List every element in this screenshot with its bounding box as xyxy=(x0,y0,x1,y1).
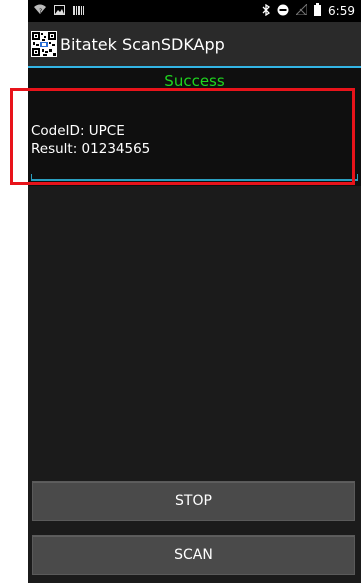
svg-text:?: ? xyxy=(39,8,42,15)
clock: 6:59 xyxy=(328,4,355,18)
status-bar: ? 6:59 xyxy=(28,0,361,22)
text-field-underline xyxy=(31,174,358,181)
image-icon xyxy=(54,4,65,18)
qr-code-icon xyxy=(31,31,57,57)
code-id-text: CodeID: UPCE xyxy=(31,123,125,139)
action-bar: Bitatek ScanSDKApp xyxy=(28,22,361,68)
battery-icon xyxy=(314,3,322,19)
status-text: Success xyxy=(164,72,225,90)
scan-button[interactable]: SCAN xyxy=(32,535,355,575)
stop-button[interactable]: STOP xyxy=(32,481,355,521)
result-panel: Success CodeID: UPCE Result: 01234565 xyxy=(28,68,361,186)
wifi-icon: ? xyxy=(34,4,46,18)
status-bar-right: 6:59 xyxy=(262,2,355,19)
barcode-notif-icon xyxy=(73,4,84,18)
phone-screen: ? 6:59 Bitatek ScanSDKApp Success CodeID… xyxy=(28,0,361,583)
result-text: Result: 01234565 xyxy=(31,141,151,157)
bluetooth-icon xyxy=(262,3,271,19)
no-signal-icon xyxy=(294,2,308,18)
do-not-disturb-icon xyxy=(277,4,289,19)
app-title: Bitatek ScanSDKApp xyxy=(60,34,225,54)
status-bar-left: ? xyxy=(34,4,84,18)
